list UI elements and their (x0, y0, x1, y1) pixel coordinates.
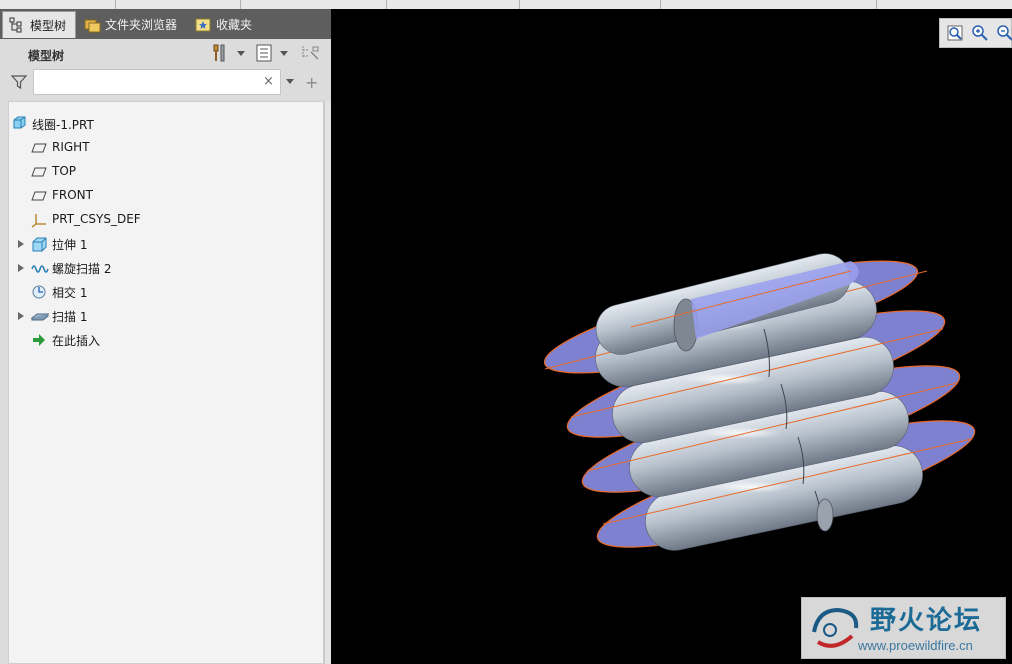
tree-node-label: 在此插入 (52, 334, 101, 348)
ribbon-separator (115, 0, 116, 9)
tree-node-label: PRT_CSYS_DEF (52, 212, 141, 226)
filter-icon[interactable] (10, 74, 28, 93)
insert-here-arrow-icon (31, 332, 47, 348)
tree-node-label: 螺旋扫描 2 (52, 262, 112, 276)
add-filter-icon[interactable]: + (305, 73, 318, 92)
datum-plane-icon (31, 140, 47, 156)
helical-sweep-icon (31, 260, 49, 276)
tree-filter-button[interactable] (298, 43, 322, 65)
datum-plane-icon (31, 188, 47, 204)
tab-model-tree[interactable]: 模型树 (2, 11, 76, 38)
view-toolbar (939, 18, 1012, 48)
tab-label: 文件夹浏览器 (105, 18, 178, 32)
datum-plane-icon (31, 164, 47, 180)
tree-node-label: TOP (52, 164, 77, 178)
expand-arrow-icon[interactable] (18, 312, 24, 320)
chevron-down-icon[interactable] (237, 51, 245, 56)
tree-node-label: 扫描 1 (52, 310, 88, 324)
ribbon-separator (876, 0, 877, 9)
tab-folder-browser[interactable]: 文件夹浏览器 (78, 11, 186, 38)
expand-arrow-icon[interactable] (18, 264, 24, 272)
extrude-icon (31, 236, 47, 252)
zoom-in-icon (971, 25, 989, 45)
chevron-down-icon[interactable] (286, 79, 294, 84)
expand-arrow-icon[interactable] (18, 240, 24, 248)
zoom-out-button[interactable] (996, 24, 1012, 44)
ribbon-separator (660, 0, 661, 9)
ribbon-separator (240, 0, 241, 9)
model-tree: 线圈-1.PRT RIGHT TOP FRONT PRT_CSYS_DEF 拉伸 1 螺旋… (8, 101, 324, 664)
ribbon-separator (519, 0, 520, 9)
refit-button[interactable] (946, 24, 966, 44)
show-list-button[interactable] (252, 43, 276, 65)
coil-3d-model (543, 253, 976, 551)
model-tree-panel: 模型树 文件夹浏览器 收藏夹 模型树 × + 线圈-1.PRT RIGHT TO… (0, 9, 332, 664)
sweep-icon (30, 308, 50, 324)
watermark-title: 野火论坛 (870, 606, 983, 636)
tab-label: 模型树 (30, 18, 67, 33)
part-icon (12, 116, 28, 132)
ribbon-separator (386, 0, 387, 9)
tree-node-label: FRONT (52, 188, 93, 202)
graphics-viewport[interactable] (331, 9, 1012, 664)
watermark-url: www.proewildfire.cn (858, 638, 973, 653)
tree-node-label: 拉伸 1 (52, 238, 88, 252)
clear-search-icon[interactable]: × (263, 74, 274, 89)
panel-title: 模型树 (28, 49, 65, 63)
favorites-icon (195, 17, 211, 33)
zoom-out-icon (996, 25, 1012, 45)
tab-label: 收藏夹 (216, 18, 253, 32)
tree-node-label: RIGHT (52, 140, 90, 154)
tab-favorites[interactable]: 收藏夹 (189, 11, 261, 38)
navigator-tabs: 模型树 文件夹浏览器 收藏夹 (0, 9, 331, 39)
settings-tools-button[interactable] (208, 43, 232, 65)
site-watermark: 野火论坛 www.proewildfire.cn (801, 597, 1006, 659)
tree-node-label: 相交 1 (52, 286, 88, 300)
tools-icon (211, 44, 229, 65)
watermark-logo-icon (808, 602, 864, 657)
csys-icon (31, 212, 47, 228)
refit-icon (946, 25, 964, 45)
tree-toolbar: 模型树 (0, 39, 331, 69)
model-tree-icon (9, 17, 25, 33)
tree-root-label: 线圈-1.PRT (32, 118, 94, 132)
list-icon (256, 44, 272, 65)
intersect-icon (31, 284, 47, 300)
search-input[interactable] (33, 69, 281, 95)
tree-columns-icon (300, 44, 320, 65)
chevron-down-icon[interactable] (280, 51, 288, 56)
folder-browser-icon (84, 17, 101, 33)
search-row: × + (0, 69, 331, 97)
zoom-in-button[interactable] (971, 24, 991, 44)
